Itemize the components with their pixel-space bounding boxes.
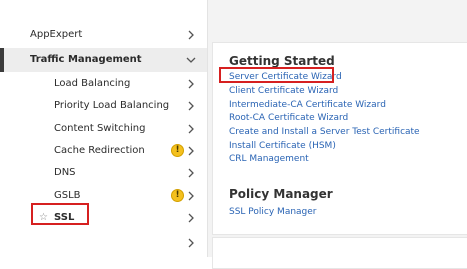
sidebar-item-dns[interactable]: DNS: [0, 162, 207, 184]
crl-management-link[interactable]: CRL Management: [229, 153, 309, 165]
ssl-policy-manager-link[interactable]: SSL Policy Manager: [229, 206, 317, 218]
chevron-right-icon: [185, 78, 197, 90]
chevron-right-icon: [185, 237, 197, 249]
sidebar-item-label: AppExpert: [30, 29, 83, 40]
chevron-right-icon: [185, 100, 197, 112]
sidebar-item-label: Content Switching: [54, 123, 146, 134]
sidebar-item-label: Load Balancing: [54, 78, 131, 89]
chevron-right-icon: [185, 212, 197, 224]
main-content: Getting Started Server Certificate Wizar…: [208, 0, 467, 269]
ssl-highlight-box: [31, 203, 89, 225]
chevron-right-icon: [185, 145, 197, 157]
sidebar-item-cache-redirection[interactable]: Cache Redirection !: [0, 140, 207, 162]
sidebar: AppExpert Traffic Management Load Balanc…: [0, 0, 208, 257]
chevron-right-icon: [185, 167, 197, 179]
sidebar-item-content-switching[interactable]: Content Switching: [0, 118, 207, 140]
next-card: [212, 237, 467, 269]
sidebar-item-traffic-management[interactable]: Traffic Management: [0, 48, 207, 72]
sidebar-item-appexpert[interactable]: AppExpert: [0, 24, 207, 46]
intermediate-ca-certificate-wizard-link[interactable]: Intermediate-CA Certificate Wizard: [229, 99, 386, 111]
chevron-right-icon: [185, 190, 197, 202]
install-certificate-hsm-link[interactable]: Install Certificate (HSM): [229, 140, 336, 152]
server-certificate-wizard-highlight-box: [219, 67, 334, 83]
sidebar-item-label: DNS: [54, 167, 76, 178]
sidebar-item-label: Traffic Management: [30, 54, 142, 65]
create-server-test-certificate-link[interactable]: Create and Install a Server Test Certifi…: [229, 126, 420, 138]
client-certificate-wizard-link[interactable]: Client Certificate Wizard: [229, 85, 338, 97]
sidebar-item-load-balancing[interactable]: Load Balancing: [0, 73, 207, 95]
policy-manager-title: Policy Manager: [229, 187, 333, 201]
root-ca-certificate-wizard-link[interactable]: Root-CA Certificate Wizard: [229, 112, 348, 124]
chevron-right-icon: [185, 29, 197, 41]
getting-started-title: Getting Started: [229, 54, 335, 68]
sidebar-item-partial[interactable]: [0, 232, 207, 254]
sidebar-item-label: Priority Load Balancing: [54, 100, 170, 111]
chevron-right-icon: [185, 123, 197, 135]
chevron-down-icon: [185, 54, 197, 66]
sidebar-item-label: Cache Redirection: [54, 145, 145, 156]
sidebar-item-priority-load-balancing[interactable]: Priority Load Balancing: [0, 95, 207, 117]
warning-icon: !: [171, 144, 184, 157]
warning-icon: !: [171, 189, 184, 202]
